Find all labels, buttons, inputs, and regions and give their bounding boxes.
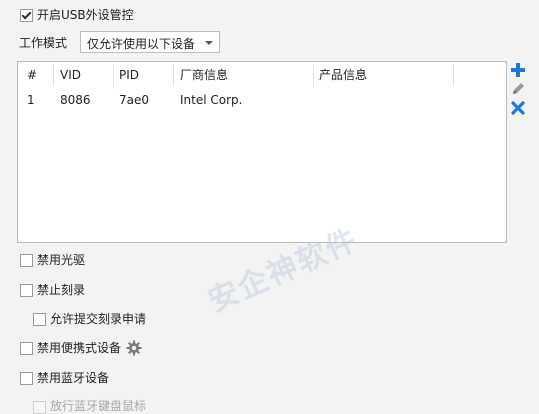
disable-portable-label: 禁用便携式设备 — [37, 341, 122, 355]
disable-cdrom-checkbox[interactable] — [20, 254, 33, 267]
column-divider — [173, 64, 174, 86]
column-divider — [53, 64, 54, 86]
column-divider — [113, 64, 114, 86]
x-icon[interactable] — [510, 100, 526, 116]
allow-bt-keyboard-label: 放行蓝牙键盘鼠标 — [50, 399, 147, 413]
pencil-icon[interactable] — [510, 81, 526, 97]
work-mode-selected: 仅允许使用以下设备 — [87, 37, 196, 51]
allow-burn-request-label: 允许提交刻录申请 — [50, 312, 147, 326]
disable-bluetooth-label: 禁用蓝牙设备 — [37, 371, 110, 385]
row-vendor: Intel Corp. — [180, 93, 243, 107]
allow-burn-request-checkbox[interactable] — [33, 313, 46, 326]
disable-burn-label: 禁止刻录 — [37, 283, 86, 297]
device-table[interactable]: # VID PID 厂商信息 产品信息 1 8086 7ae0 Intel Co… — [17, 61, 507, 243]
work-mode-label: 工作模式 — [19, 36, 68, 50]
disable-bluetooth-checkbox[interactable] — [20, 372, 33, 385]
usb-control-label: 开启USB外设管控 — [37, 8, 134, 22]
column-header-product[interactable]: 产品信息 — [319, 67, 367, 83]
column-header-vendor[interactable]: 厂商信息 — [180, 67, 228, 83]
plus-icon[interactable] — [510, 62, 526, 78]
gear-icon[interactable] — [126, 340, 142, 356]
row-vid: 8086 — [60, 93, 91, 107]
row-pid: 7ae0 — [119, 93, 150, 107]
disable-portable-checkbox[interactable] — [20, 342, 33, 355]
column-divider — [453, 64, 454, 86]
row-index: 1 — [27, 93, 35, 107]
work-mode-dropdown[interactable]: 仅允许使用以下设备 — [80, 31, 220, 53]
column-divider — [313, 64, 314, 86]
allow-bt-keyboard-checkbox[interactable] — [33, 401, 46, 414]
column-header-vid[interactable]: VID — [60, 67, 81, 83]
disable-cdrom-label: 禁用光驱 — [37, 253, 86, 267]
column-header-pid[interactable]: PID — [119, 67, 139, 83]
column-header-index[interactable]: # — [27, 67, 37, 83]
chevron-down-icon — [205, 41, 213, 45]
usb-control-checkbox[interactable] — [20, 9, 33, 22]
disable-burn-checkbox[interactable] — [20, 284, 33, 297]
table-header: # VID PID 厂商信息 产品信息 — [18, 62, 506, 87]
